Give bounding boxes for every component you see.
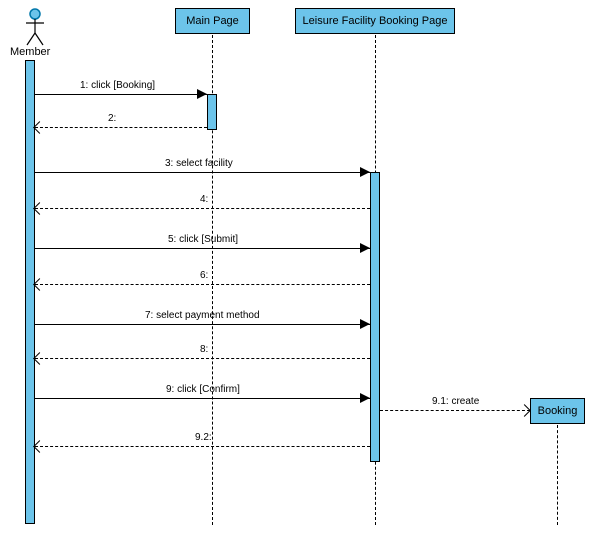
- lifeline-booking: Booking: [530, 398, 585, 424]
- actor-member-label: Member: [10, 46, 50, 58]
- msg-5-arrowhead-icon: [360, 243, 370, 253]
- actor-stick-figure-icon: [25, 8, 45, 46]
- msg-9-1-arrow: [380, 410, 530, 411]
- msg-4-arrowhead-icon: [33, 202, 46, 215]
- actor-member: [20, 8, 50, 46]
- msg-7-arrow: [35, 324, 370, 325]
- msg-5-label: 5: click [Submit]: [168, 234, 238, 245]
- msg-9-1-label: 9.1: create: [432, 396, 479, 407]
- msg-5-arrow: [35, 248, 370, 249]
- lifeline-booking-label: Booking: [538, 405, 578, 417]
- msg-1-arrowhead-icon: [197, 89, 207, 99]
- msg-9-arrowhead-icon: [360, 393, 370, 403]
- msg-6-arrowhead-icon: [33, 278, 46, 291]
- activation-main-page: [207, 94, 217, 130]
- msg-8-label: 8:: [200, 344, 208, 355]
- lifeline-main-page: Main Page: [175, 8, 250, 34]
- msg-7-arrowhead-icon: [360, 319, 370, 329]
- msg-3-arrowhead-icon: [360, 167, 370, 177]
- msg-4-label: 4:: [200, 194, 208, 205]
- msg-1-arrow: [35, 94, 207, 95]
- msg-4-arrow: [35, 208, 370, 209]
- msg-2-arrow: [35, 127, 207, 128]
- lifeline-dash-booking: [557, 425, 558, 525]
- msg-8-arrow: [35, 358, 370, 359]
- lifeline-main-page-label: Main Page: [186, 15, 239, 27]
- msg-9-1-arrowhead-icon: [518, 404, 531, 417]
- lifeline-booking-page-label: Leisure Facility Booking Page: [303, 15, 448, 27]
- msg-3-label: 3: select facility: [165, 158, 233, 169]
- msg-8-arrowhead-icon: [33, 352, 46, 365]
- msg-1-label: 1: click [Booking]: [80, 80, 155, 91]
- msg-3-arrow: [35, 172, 370, 173]
- lifeline-booking-page: Leisure Facility Booking Page: [295, 8, 455, 34]
- activation-member: [25, 60, 35, 524]
- msg-9-2-arrow: [35, 446, 370, 447]
- msg-9-arrow: [35, 398, 370, 399]
- msg-7-label: 7: select payment method: [145, 310, 260, 321]
- msg-6-arrow: [35, 284, 370, 285]
- activation-booking-page: [370, 172, 380, 462]
- msg-2-label: 2:: [108, 113, 116, 124]
- msg-9-2-arrowhead-icon: [33, 440, 46, 453]
- msg-9-label: 9: click [Confirm]: [166, 384, 240, 395]
- msg-9-2-label: 9.2:: [195, 432, 212, 443]
- msg-2-arrowhead-icon: [33, 121, 46, 134]
- msg-6-label: 6:: [200, 270, 208, 281]
